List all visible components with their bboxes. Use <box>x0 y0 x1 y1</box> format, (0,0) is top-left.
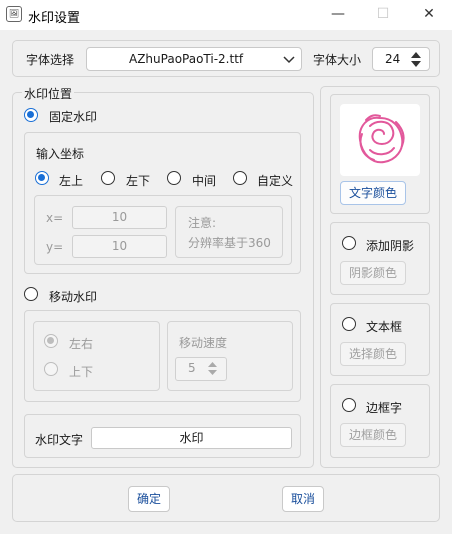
font-select-label: 字体选择 <box>26 53 75 67</box>
chevron-down-icon <box>283 56 295 64</box>
spin-down-icon[interactable] <box>411 61 421 67</box>
speed-value: 5 <box>188 361 196 375</box>
preview-area <box>340 104 420 176</box>
title-bar: 🖼 水印设置 — ☐ ✕ <box>0 0 452 30</box>
close-icon[interactable]: ✕ <box>406 0 452 30</box>
radio-horizontal-label: 左右 <box>69 337 94 351</box>
x-label: x= <box>46 211 64 225</box>
window-title: 水印设置 <box>28 11 81 26</box>
font-select-value: AZhuPaoPaoTi-2.ttf <box>129 52 244 66</box>
note-line2: 分辨率基于360 <box>188 236 271 250</box>
radio-bottom-left[interactable] <box>101 171 115 185</box>
radio-custom-label: 自定义 <box>257 174 294 188</box>
speed-down-icon[interactable] <box>208 370 217 375</box>
footer-panel <box>12 474 440 522</box>
watermark-text-label: 水印文字 <box>35 433 84 447</box>
border-radio[interactable] <box>342 398 356 412</box>
moving-watermark-radio[interactable] <box>24 287 38 301</box>
shadow-label: 添加阴影 <box>366 239 415 253</box>
shadow-radio[interactable] <box>342 236 356 250</box>
direction-group <box>33 321 160 391</box>
coords-title: 输入坐标 <box>36 147 85 161</box>
watermark-text-input[interactable]: 水印 <box>91 427 292 449</box>
spin-up-icon[interactable] <box>411 52 421 58</box>
position-section-title: 水印位置 <box>22 85 75 102</box>
speed-label: 移动速度 <box>179 336 228 350</box>
moving-watermark-label: 移动水印 <box>49 290 98 304</box>
select-color-button[interactable]: 选择颜色 <box>340 342 406 366</box>
minimize-icon[interactable]: — <box>315 0 361 30</box>
maximize-icon: ☐ <box>376 6 390 22</box>
shadow-color-button[interactable]: 阴影颜色 <box>340 261 406 285</box>
speed-spinbox[interactable]: 5 <box>175 357 227 381</box>
font-size-label: 字体大小 <box>313 53 362 67</box>
image-settings-icon: 🖼 <box>6 6 22 22</box>
ok-button[interactable]: 确定 <box>128 486 170 512</box>
speed-up-icon[interactable] <box>208 362 217 367</box>
radio-top-left-label: 左上 <box>59 174 84 188</box>
fixed-watermark-radio[interactable] <box>24 108 38 122</box>
fixed-watermark-label: 固定水印 <box>49 110 98 124</box>
radio-top-left[interactable] <box>35 171 49 185</box>
font-size-value: 24 <box>385 52 401 66</box>
rose-icon <box>358 114 405 164</box>
radio-vertical[interactable] <box>44 362 58 376</box>
font-size-spinbox[interactable]: 24 <box>372 47 430 71</box>
textbox-label: 文本框 <box>366 320 403 334</box>
radio-horizontal[interactable] <box>44 334 58 348</box>
border-color-button[interactable]: 边框颜色 <box>340 423 406 447</box>
note-line1: 注意: <box>188 216 217 230</box>
radio-custom[interactable] <box>233 171 247 185</box>
y-input[interactable]: 10 <box>72 235 167 258</box>
radio-center-label: 中间 <box>192 174 217 188</box>
x-input[interactable]: 10 <box>72 206 167 229</box>
font-select-combo[interactable]: AZhuPaoPaoTi-2.ttf <box>86 47 302 71</box>
cancel-button[interactable]: 取消 <box>282 486 324 512</box>
radio-bottom-left-label: 左下 <box>126 174 151 188</box>
radio-vertical-label: 上下 <box>69 365 94 379</box>
y-label: y= <box>46 240 64 254</box>
textbox-radio[interactable] <box>342 317 356 331</box>
border-label: 边框字 <box>366 401 403 415</box>
text-color-button[interactable]: 文字颜色 <box>340 181 406 205</box>
radio-center[interactable] <box>167 171 181 185</box>
